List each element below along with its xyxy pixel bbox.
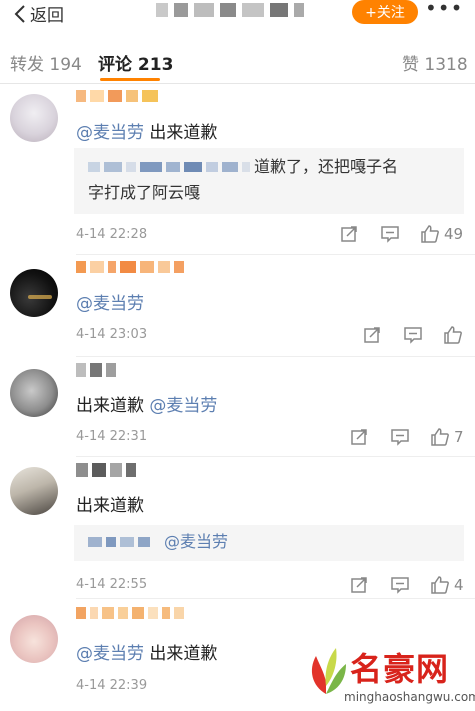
comment-text: 出来道歉 @麦当劳 [76,396,218,416]
more-options-icon[interactable]: ••• [425,0,462,22]
back-button[interactable]: 返回 [14,1,64,26]
mention-link[interactable]: @麦当劳 [76,123,144,143]
reply-preview[interactable]: @麦当劳 [74,525,464,561]
mention-link[interactable]: @麦当劳 [149,396,217,416]
comment-item: @麦当劳 出来道歉 道歉了，还把嘎子名 字打成了阿云嘎 4-14 22:28 4… [0,84,475,254]
blurred-nickname[interactable] [76,261,184,273]
comment-icon [381,225,399,243]
thumbs-up-icon [431,428,449,446]
comment-item: @麦当劳 4-14 23:03 [0,255,475,355]
top-nav-bar: 返回 +关注 ••• [0,0,475,26]
mention-link[interactable]: @麦当劳 [76,644,144,664]
avatar[interactable] [10,94,58,142]
share-button[interactable] [363,326,381,344]
active-tab-indicator [100,78,160,81]
comment-time: 4-14 22:55 [76,577,148,592]
mention-link[interactable]: @麦当劳 [164,529,228,555]
like-button[interactable]: 4 [430,575,464,594]
watermark-title: 名豪网 [350,650,450,688]
like-button[interactable]: 49 [420,224,463,243]
comment-time: 4-14 23:03 [76,327,148,342]
comment-icon [391,428,409,446]
comment-item: 出来道歉 @麦当劳 4-14 22:31 7 [0,357,475,455]
leaf-logo-icon [311,648,346,694]
avatar[interactable] [10,269,58,317]
comment-text: @麦当劳 出来道歉 [76,644,218,664]
like-count: 4 [454,575,464,594]
like-button[interactable] [443,325,463,344]
tab-reposts[interactable]: 转发 194 [10,50,82,75]
reply-button[interactable] [380,225,400,243]
blurred-username [156,3,304,17]
share-button[interactable] [350,576,368,594]
avatar[interactable] [10,369,58,417]
avatar[interactable] [10,615,58,663]
thumbs-up-icon [431,576,449,594]
like-button[interactable]: 7 [430,427,464,446]
comment-actions: 7 [350,427,464,446]
share-button[interactable] [340,225,358,243]
share-icon [341,225,357,242]
share-button[interactable] [350,428,368,446]
reply-text-line1: 道歉了，还把嘎子名 [254,157,399,176]
blurred-nickname[interactable] [76,463,136,477]
blurred-nickname[interactable] [76,363,116,377]
comment-time: 4-14 22:31 [76,429,148,444]
comment-actions: 4 [350,575,464,594]
mention-link[interactable]: @麦当劳 [76,294,144,314]
watermark-url: minghaoshangwu.com [344,690,475,704]
back-label: 返回 [30,6,64,26]
tab-comments[interactable]: 评论 213 [98,50,173,75]
blurred-nickname[interactable] [76,90,158,102]
reply-preview[interactable]: 道歉了，还把嘎子名 字打成了阿云嘎 [74,148,464,214]
comment-item: 出来道歉 @麦当劳 4-14 22:55 4 [0,457,475,597]
tab-likes[interactable]: 赞 1318 [402,50,468,75]
like-count: 49 [444,224,464,243]
reply-button[interactable] [390,576,410,594]
comment-time: 4-14 22:28 [76,227,148,242]
watermark-logo: 名豪网 minghaoshangwu.com [300,640,475,710]
follow-button[interactable]: +关注 [352,0,418,24]
thumbs-up-icon [444,326,462,344]
thumbs-up-icon [421,225,439,243]
share-icon [351,576,367,593]
comment-actions: 49 [340,224,463,243]
comment-actions [363,325,463,344]
comment-time: 4-14 22:39 [76,678,148,693]
share-icon [351,428,367,445]
comment-text: 出来道歉 [76,496,144,516]
blurred-nickname[interactable] [76,607,184,619]
comment-text: @麦当劳 [76,289,144,314]
share-icon [364,326,380,343]
avatar[interactable] [10,467,58,515]
tab-bar: 转发 194 评论 213 赞 1318 [0,34,475,84]
comment-icon [391,576,409,594]
comment-icon [404,326,422,344]
reply-text-line2: 字打成了阿云嘎 [88,183,201,202]
reply-button[interactable] [390,428,410,446]
reply-button[interactable] [403,326,423,344]
chevron-left-icon [14,4,25,23]
comment-text: @麦当劳 出来道歉 [76,123,218,143]
like-count: 7 [454,427,464,446]
